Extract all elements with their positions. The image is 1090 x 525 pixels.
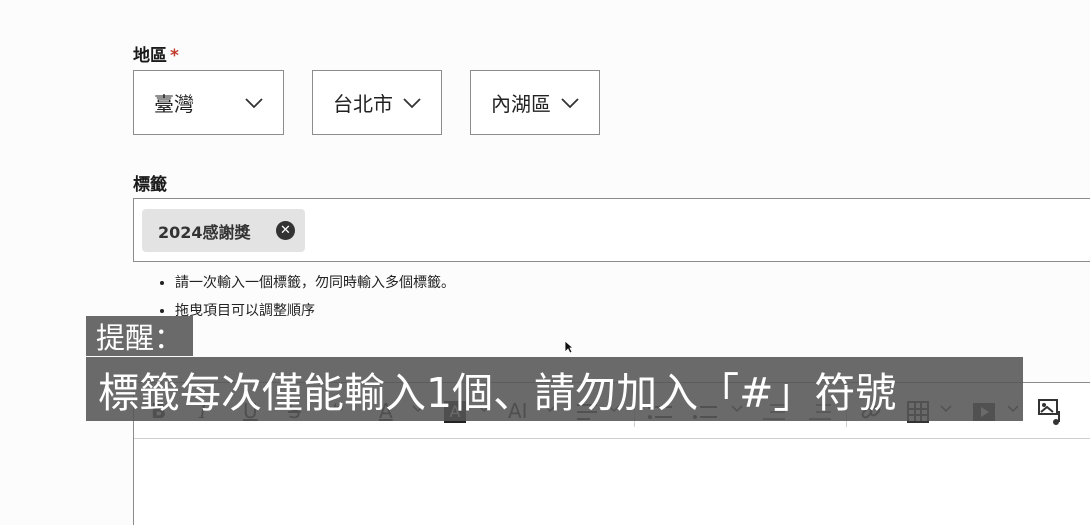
close-circle-icon[interactable]: ✕ <box>276 221 295 240</box>
hint-item: 拖曳項目可以調整順序 <box>175 300 455 320</box>
tag-chip-label: 2024感謝獎 <box>158 222 251 242</box>
caption-text: 標籤每次僅能輸入1個、請勿加入「#」符號 <box>86 357 1023 421</box>
country-select-value: 臺灣 <box>154 92 194 116</box>
tags-hints: 請一次輸入一個標籤，勿同時輸入多個標籤。 拖曳項目可以調整順序 <box>175 272 455 328</box>
region-label: 地區 * <box>133 46 179 66</box>
hint-item: 請一次輸入一個標籤，勿同時輸入多個標籤。 <box>175 272 455 292</box>
chevron-down-icon <box>403 98 421 109</box>
city-select[interactable]: 台北市 <box>312 70 442 135</box>
caption-title: 提醒： <box>86 316 194 356</box>
tags-input[interactable]: 2024感謝獎 ✕ <box>133 198 1090 262</box>
chevron-down-icon <box>245 98 263 109</box>
required-mark: * <box>170 46 179 66</box>
district-select-value: 內湖區 <box>491 92 551 116</box>
country-select[interactable]: 臺灣 <box>133 70 284 135</box>
city-select-value: 台北市 <box>333 92 393 116</box>
tag-chip: 2024感謝獎 ✕ <box>142 209 305 252</box>
mouse-cursor-icon <box>564 340 574 354</box>
image-audio-icon[interactable] <box>1038 399 1064 425</box>
district-select[interactable]: 內湖區 <box>470 70 600 135</box>
tags-label: 標籤 <box>133 175 167 195</box>
chevron-down-icon <box>561 98 579 109</box>
